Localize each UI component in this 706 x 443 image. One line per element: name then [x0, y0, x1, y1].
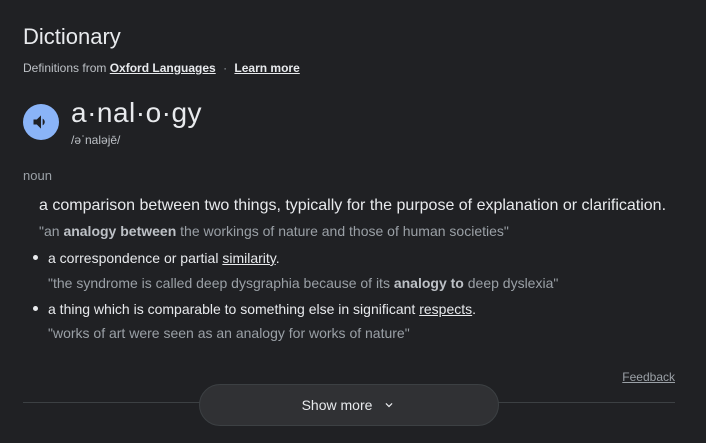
sub-definition: a thing which is comparable to something…	[33, 301, 476, 317]
bullet	[33, 305, 38, 311]
source-line: Definitions from Oxford Languages · Lear…	[23, 61, 300, 75]
oxford-languages-link[interactable]: Oxford Languages	[110, 61, 216, 75]
definition-text: a thing which is comparable to something…	[48, 301, 420, 317]
learn-more-link[interactable]: Learn more	[234, 61, 299, 75]
example-highlight: analogy between	[63, 223, 177, 239]
source-prefix: Definitions from	[23, 61, 107, 75]
source-separator: ·	[223, 61, 228, 75]
example-text: the workings of nature and those of huma…	[176, 223, 509, 239]
respects-link[interactable]: respects	[419, 301, 472, 317]
example-text: deep dyslexia"	[463, 275, 559, 291]
headword: a·nal·o·gy	[71, 97, 203, 128]
dictionary-card: Dictionary Definitions from Oxford Langu…	[0, 0, 706, 443]
similarity-link[interactable]: similarity	[222, 250, 275, 266]
chevron-down-icon	[382, 398, 396, 412]
bullet	[33, 254, 38, 260]
sub-example: "works of art were seen as an analogy fo…	[48, 325, 410, 341]
volume-icon	[33, 115, 45, 129]
sub-example: "the syndrome is called deep dysgraphia …	[48, 275, 558, 291]
definition-text: .	[472, 301, 477, 317]
show-more-button[interactable]: Show more	[199, 384, 499, 426]
example-text: "an	[39, 223, 64, 239]
example-text: "the syndrome is called deep dysgraphia …	[48, 275, 394, 291]
main-definition: a comparison between two things, typical…	[39, 197, 667, 214]
sub-definition: a correspondence or partial similarity.	[33, 250, 280, 266]
example-highlight: analogy to	[393, 275, 464, 291]
part-of-speech: noun	[23, 168, 52, 183]
show-more-label: Show more	[301, 397, 373, 413]
definition-text: a correspondence or partial	[48, 250, 223, 266]
phonetic-spelling: /əˈnaləjē/	[71, 133, 121, 147]
dictionary-title: Dictionary	[23, 24, 121, 49]
main-example: "an analogy between the workings of natu…	[39, 223, 509, 239]
pronunciation-button[interactable]	[23, 104, 59, 140]
definition-text: .	[275, 250, 280, 266]
feedback-link[interactable]: Feedback	[622, 370, 675, 384]
example-text: "works of art were seen as an analogy fo…	[48, 325, 410, 341]
